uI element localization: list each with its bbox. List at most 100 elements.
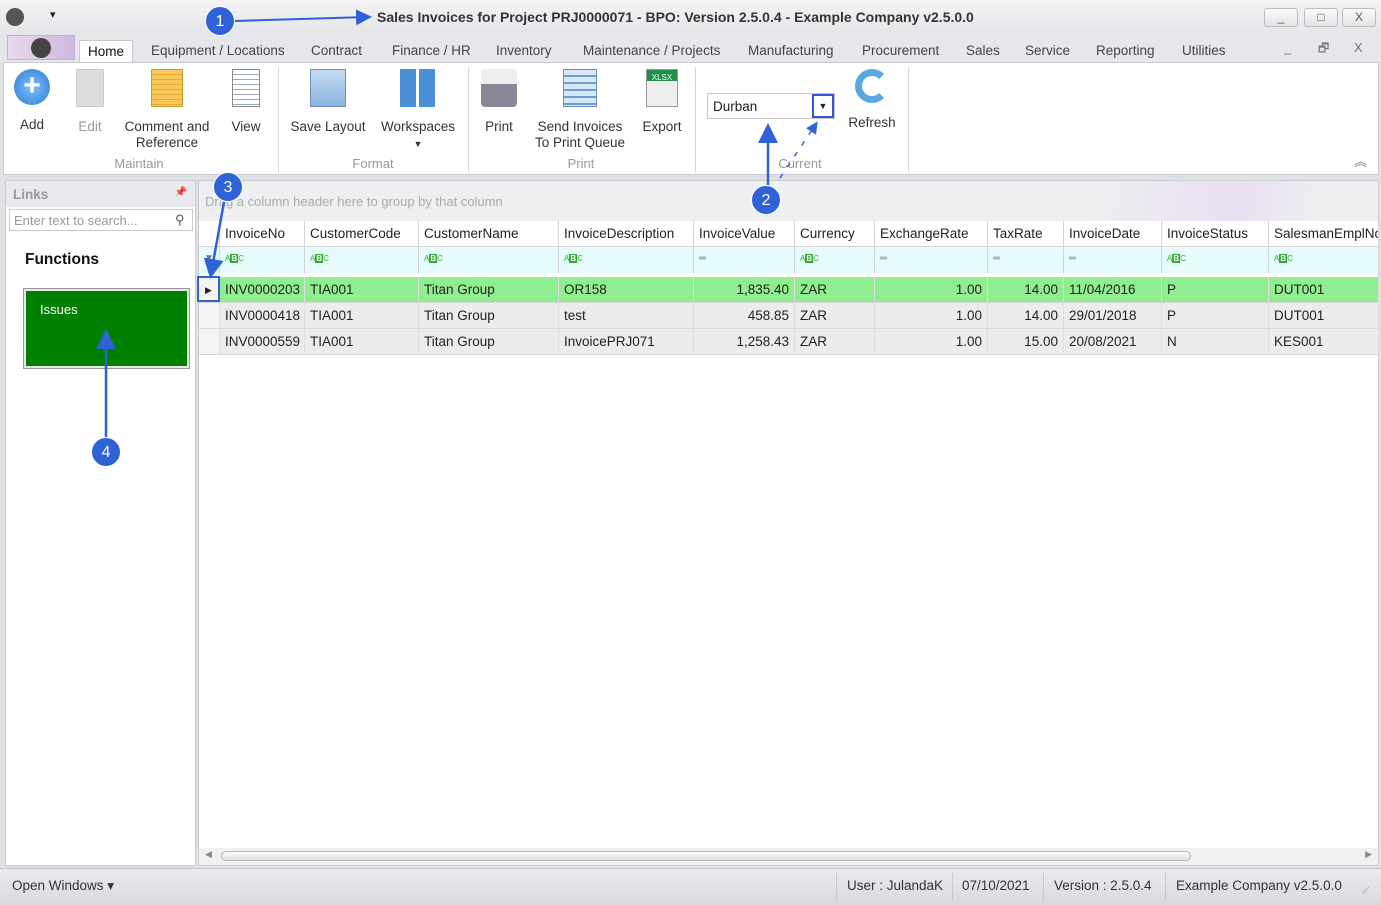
column-header[interactable]: InvoiceDescription	[559, 221, 694, 247]
table-cell: 1.00	[875, 303, 988, 329]
table-cell: INV0000418	[220, 303, 305, 329]
text-filter-icon: ABC	[800, 254, 819, 263]
tab-home[interactable]: Home	[79, 40, 134, 62]
filter-cell[interactable]: ═	[988, 247, 1064, 273]
pin-icon[interactable]: 📌	[175, 187, 187, 198]
table-row[interactable]: INV0000418 TIA001 Titan Group test 458.85 ZAR…	[199, 303, 1379, 329]
application-menu-button[interactable]	[7, 35, 75, 60]
collapse-ribbon-icon[interactable]: ︽	[1354, 151, 1367, 170]
links-header: Links 📌	[6, 181, 195, 207]
table-cell: TIA001	[305, 329, 419, 355]
table-cell: ZAR	[795, 277, 875, 303]
group-panel[interactable]: Drag a column header here to group by th…	[199, 181, 1378, 221]
tab-manufacturing[interactable]: Manufacturing	[740, 40, 842, 62]
column-header[interactable]: SalesmanEmplNo	[1269, 221, 1379, 247]
column-header[interactable]: CustomerCode	[305, 221, 419, 247]
table-cell: Titan Group	[419, 303, 559, 329]
table-cell: 458.85	[694, 303, 795, 329]
tab-maintenance-projects[interactable]: Maintenance / Projects	[575, 40, 728, 62]
edit-button[interactable]: Edit	[68, 69, 112, 135]
row-indicator-icon[interactable]: ▶	[199, 277, 220, 303]
column-header[interactable]: TaxRate	[988, 221, 1064, 247]
equals-filter-icon: ═	[699, 253, 707, 264]
refresh-button[interactable]: Refresh	[844, 69, 900, 131]
scrollbar-thumb[interactable]	[221, 851, 1191, 861]
quick-access-dropdown-icon[interactable]: ▾	[50, 8, 56, 21]
add-button[interactable]: + Add	[10, 69, 54, 133]
save-layout-button[interactable]: Save Layout	[287, 69, 369, 135]
maximize-button[interactable]: □	[1304, 8, 1338, 27]
filter-cell[interactable]: ABC	[1162, 247, 1269, 273]
column-header[interactable]: InvoiceNo	[220, 221, 305, 247]
links-search-input[interactable]: Enter text to search...	[9, 209, 193, 231]
column-header[interactable]: Currency	[795, 221, 875, 247]
filter-cell[interactable]: ═	[875, 247, 988, 273]
workspaces-button[interactable]: Workspaces ▼	[378, 69, 458, 152]
chevron-down-icon[interactable]: ▼	[812, 94, 834, 118]
column-header[interactable]: InvoiceValue	[694, 221, 795, 247]
table-cell: P	[1162, 303, 1269, 329]
mdi-restore-button[interactable]: 🗗	[1318, 39, 1329, 60]
filter-cell[interactable]: ABC	[419, 247, 559, 273]
column-header[interactable]: InvoiceStatus	[1162, 221, 1269, 247]
close-button[interactable]: X	[1342, 8, 1376, 27]
filter-cell[interactable]: ABC	[1269, 247, 1379, 273]
comment-label: Comment and Reference	[124, 119, 210, 150]
printer-icon	[481, 69, 517, 107]
scroll-right-icon[interactable]: ▶	[1365, 849, 1372, 860]
table-cell: 14.00	[988, 303, 1064, 329]
tab-service[interactable]: Service	[1017, 40, 1078, 62]
send-invoices-label: Send Invoices To Print Queue	[534, 119, 626, 150]
links-title: Links	[13, 187, 49, 202]
column-header[interactable]: ExchangeRate	[875, 221, 988, 247]
export-button[interactable]: XLSX Export	[638, 69, 686, 135]
filter-cell[interactable]: ═	[694, 247, 795, 273]
send-invoices-to-print-queue-button[interactable]: Send Invoices To Print Queue	[530, 69, 630, 151]
resize-grip-icon[interactable]: ⟋	[1362, 885, 1370, 898]
comment-and-reference-button[interactable]: Comment and Reference	[122, 69, 212, 151]
column-header[interactable]: InvoiceDate	[1064, 221, 1162, 247]
horizontal-scrollbar[interactable]: ◀ ▶	[199, 848, 1378, 865]
table-row[interactable]: INV0000559 TIA001 Titan Group InvoicePRJ071…	[199, 329, 1379, 355]
view-button[interactable]: View	[226, 69, 266, 135]
print-button[interactable]: Print	[478, 69, 520, 135]
tab-equipment-locations[interactable]: Equipment / Locations	[143, 40, 293, 62]
add-label: Add	[19, 117, 45, 132]
tab-utilities[interactable]: Utilities	[1174, 40, 1234, 62]
tab-sales[interactable]: Sales	[958, 40, 1008, 62]
tab-contract[interactable]: Contract	[303, 40, 370, 62]
table-cell: test	[559, 303, 694, 329]
column-header[interactable]: CustomerName	[419, 221, 559, 247]
location-combo[interactable]: Durban ▼	[707, 93, 835, 119]
filter-cell[interactable]: ═	[1064, 247, 1162, 273]
row-indicator[interactable]	[199, 329, 220, 355]
equals-filter-icon: ═	[1069, 253, 1077, 264]
minimize-button[interactable]: _	[1264, 8, 1298, 27]
mdi-minimize-button[interactable]: _	[1284, 40, 1291, 55]
mdi-close-button[interactable]: X	[1354, 40, 1363, 55]
table-row[interactable]: ▶ INV0000203 TIA001 Titan Group OR158 1,835.4…	[199, 277, 1379, 303]
tab-procurement[interactable]: Procurement	[854, 40, 947, 62]
filter-cell[interactable]: ABC	[559, 247, 694, 273]
tab-inventory[interactable]: Inventory	[488, 40, 560, 62]
row-indicator[interactable]	[199, 303, 220, 329]
row-indicator-header	[199, 221, 220, 247]
filter-icon[interactable]: ▼	[199, 247, 220, 273]
export-label: Export	[642, 119, 682, 134]
scroll-left-icon[interactable]: ◀	[205, 849, 212, 860]
group-label-print: Print	[567, 156, 595, 171]
filter-cell[interactable]: ABC	[305, 247, 419, 273]
filter-cell[interactable]: ABC	[795, 247, 875, 273]
search-icon[interactable]: ⚲	[175, 212, 185, 228]
open-windows-button[interactable]: Open Windows ▾	[12, 878, 114, 894]
workspaces-label: Workspaces	[380, 119, 456, 134]
issues-tile[interactable]: Issues	[23, 288, 190, 369]
filter-cell[interactable]: ABC	[220, 247, 305, 273]
print-label: Print	[485, 119, 513, 134]
edit-label: Edit	[78, 119, 102, 134]
tab-reporting[interactable]: Reporting	[1088, 40, 1163, 62]
text-filter-icon: ABC	[310, 254, 329, 263]
dropdown-arrow-icon: ▼	[413, 139, 423, 149]
tab-finance-hr[interactable]: Finance / HR	[384, 40, 479, 62]
table-cell: OR158	[559, 277, 694, 303]
